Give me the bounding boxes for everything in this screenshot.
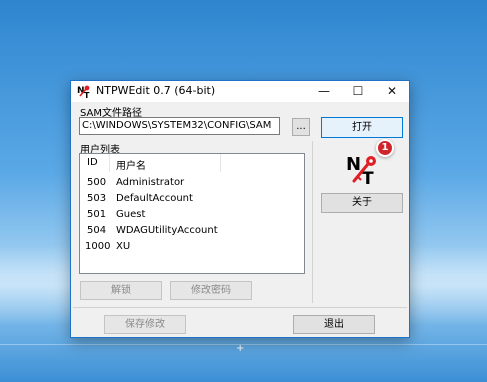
svg-text:T: T <box>84 91 90 98</box>
column-separator <box>220 154 221 172</box>
user-name: WDAGUtilityAccount <box>116 225 218 236</box>
horizontal-divider <box>73 307 407 308</box>
close-icon[interactable]: ✕ <box>375 81 409 102</box>
app-icon: N T <box>77 85 90 98</box>
user-name: DefaultAccount <box>116 193 193 204</box>
browse-button[interactable]: ... <box>292 118 310 136</box>
table-row[interactable]: 503 DefaultAccount <box>80 192 304 208</box>
column-header-username[interactable]: 用户名 <box>116 157 146 172</box>
exit-button[interactable]: 退出 <box>293 315 375 334</box>
user-list[interactable]: ID 用户名 500 Administrator 503 DefaultAcco… <box>79 153 305 274</box>
user-list-header: ID 用户名 <box>80 154 304 172</box>
annotation-badge: 1 <box>376 139 394 157</box>
about-button[interactable]: 关于 <box>321 193 403 213</box>
user-name: Guest <box>116 209 146 220</box>
table-row[interactable]: 504 WDAGUtilityAccount <box>80 224 304 240</box>
minimize-icon[interactable]: — <box>307 81 341 102</box>
user-id: 501 <box>87 209 107 220</box>
sparkle-icon: + <box>236 343 245 354</box>
change-password-button[interactable]: 修改密码 <box>170 281 252 300</box>
ntpwedit-window: N T NTPWEdit 0.7 (64-bit) — ☐ ✕ SAM文件路径 … <box>70 80 410 338</box>
user-id: 500 <box>87 177 107 188</box>
column-header-id[interactable]: ID <box>87 157 98 168</box>
user-name: XU <box>116 241 131 252</box>
save-changes-button[interactable]: 保存修改 <box>104 315 186 334</box>
vertical-divider <box>312 141 313 303</box>
maximize-icon[interactable]: ☐ <box>341 81 375 102</box>
sam-path-input[interactable]: C:\WINDOWS\SYSTEM32\CONFIG\SAM <box>79 117 280 135</box>
table-row[interactable]: 501 Guest <box>80 208 304 224</box>
open-button[interactable]: 打开 <box>321 117 403 138</box>
svg-text:N: N <box>346 154 361 175</box>
window-title: NTPWEdit 0.7 (64-bit) <box>96 84 216 97</box>
user-name: Administrator <box>116 177 185 188</box>
title-bar: N T NTPWEdit 0.7 (64-bit) — ☐ ✕ <box>71 81 409 102</box>
user-id: 503 <box>87 193 107 204</box>
user-id: 504 <box>87 225 107 236</box>
user-id: 1000 <box>85 241 111 252</box>
unlock-button[interactable]: 解锁 <box>80 281 162 300</box>
column-separator <box>109 154 110 172</box>
table-row[interactable]: 1000 XU <box>80 240 304 256</box>
ntpwedit-logo-icon: N T <box>346 154 376 185</box>
table-row[interactable]: 500 Administrator <box>80 176 304 192</box>
